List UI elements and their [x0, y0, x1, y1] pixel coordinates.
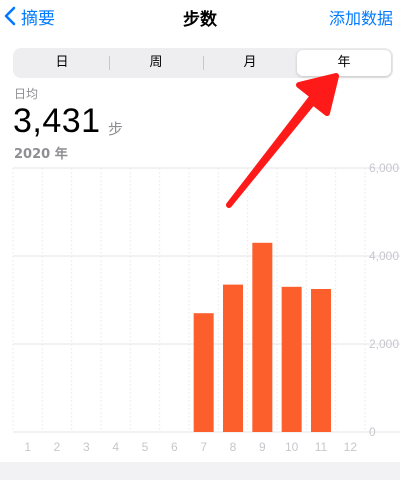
x-tick-label: 1 — [24, 440, 31, 454]
x-tick-label: 5 — [142, 440, 149, 454]
x-tick-label: 6 — [171, 440, 178, 454]
bar-month-8[interactable] — [223, 284, 243, 432]
y-tick-label: 4,000 — [369, 249, 399, 263]
steps-screen: 摘要 步数 添加数据 日 周 月 年 日均 3,431 步 2020 年 6,0… — [0, 0, 400, 480]
x-tick-label: 8 — [230, 440, 237, 454]
x-tick-label: 11 — [315, 440, 328, 454]
x-tick-label: 12 — [344, 440, 358, 454]
y-tick-label: 0 — [369, 425, 376, 439]
bar-month-10[interactable] — [281, 286, 302, 432]
bar-month-9[interactable] — [252, 242, 273, 432]
x-tick-label: 3 — [83, 440, 90, 454]
x-tick-label: 2 — [54, 440, 61, 454]
bar-month-7[interactable] — [193, 313, 214, 432]
x-tick-label: 9 — [259, 440, 266, 454]
steps-bar-chart[interactable]: 6,0004,0002,00001 2 3 4 5 6 7 8 9 10 11 12 — [0, 0, 400, 480]
bar-month-11[interactable] — [311, 289, 331, 432]
bottom-divider — [0, 462, 400, 480]
x-tick-label: 10 — [285, 440, 299, 454]
y-tick-label: 6,000 — [369, 161, 399, 175]
x-tick-label: 4 — [112, 440, 119, 454]
x-tick-label: 7 — [200, 440, 207, 454]
y-tick-label: 2,000 — [369, 337, 399, 351]
